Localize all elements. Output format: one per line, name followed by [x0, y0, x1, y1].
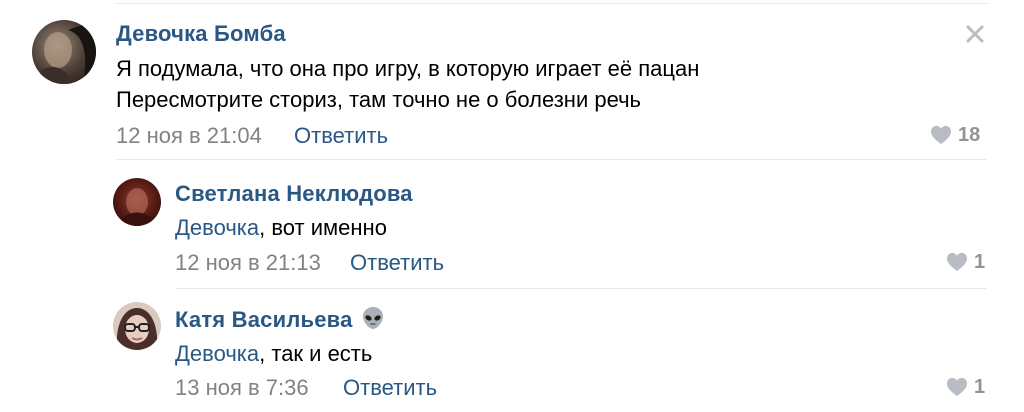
comment-text-line-1: Я подумала, что она про игру, в которую …	[116, 56, 700, 81]
like-count: 18	[958, 123, 981, 146]
divider	[175, 288, 986, 289]
reply-button[interactable]: Ответить	[294, 123, 388, 149]
avatar-photo	[113, 178, 161, 226]
comment-author[interactable]: Катя Васильева	[175, 306, 385, 336]
comment-date[interactable]: 12 ноя в 21:04	[116, 123, 262, 149]
avatar[interactable]	[113, 178, 161, 226]
comment-text-body: , вот именно	[259, 215, 387, 240]
avatar-photo	[113, 302, 161, 350]
avatar-photo	[32, 20, 96, 84]
like-count: 1	[974, 250, 986, 273]
like-button[interactable]: 1	[946, 250, 985, 274]
comment-text: Девочка, так и есть	[175, 341, 372, 367]
like-button[interactable]: 1	[946, 375, 985, 399]
reply-button[interactable]: Ответить	[343, 375, 437, 401]
comment-author[interactable]: Девочка Бомба	[116, 21, 286, 47]
comment-text: Девочка, вот именно	[175, 215, 387, 241]
heart-icon	[947, 377, 967, 397]
like-count: 1	[974, 375, 986, 398]
comment-text-body: , так и есть	[259, 341, 373, 366]
reply-button[interactable]: Ответить	[350, 250, 444, 276]
alien-icon	[361, 306, 385, 336]
top-divider	[115, 3, 989, 4]
divider	[116, 159, 986, 160]
avatar[interactable]	[32, 20, 96, 84]
comment-text-line-2: Пересмотрите сториз, там точно не о боле…	[116, 87, 642, 112]
mention-link[interactable]: Девочка	[175, 215, 259, 240]
author-name: Катя Васильева	[175, 307, 353, 332]
heart-icon	[931, 125, 951, 145]
comment-date[interactable]: 13 ноя в 7:36	[175, 375, 309, 401]
avatar[interactable]	[113, 302, 161, 350]
mention-link[interactable]: Девочка	[175, 341, 259, 366]
comment-author[interactable]: Светлана Неклюдова	[175, 181, 413, 207]
close-icon[interactable]	[965, 24, 985, 49]
heart-icon	[947, 252, 967, 272]
comment-date[interactable]: 12 ноя в 21:13	[175, 250, 321, 276]
like-button[interactable]: 18	[930, 123, 980, 147]
